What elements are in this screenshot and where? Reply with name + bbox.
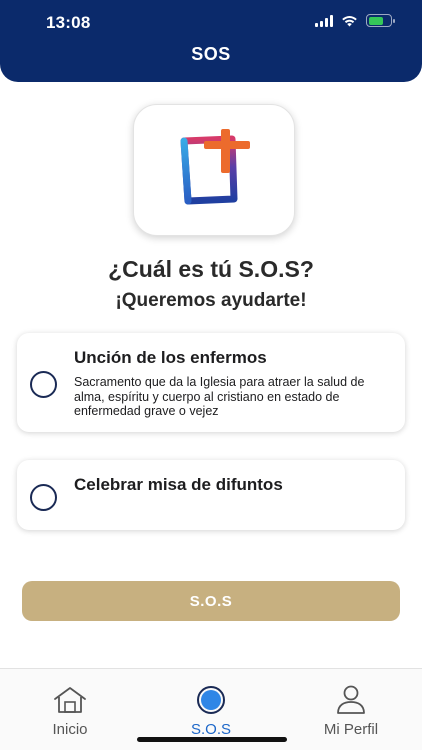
tab-sos[interactable]: S.O.S — [141, 669, 281, 739]
tab-label: Inicio — [52, 721, 88, 738]
option-card-misa-difuntos[interactable]: Celebrar misa de difuntos — [17, 460, 405, 530]
cross-logo-icon — [180, 129, 250, 205]
radio-button[interactable] — [30, 371, 57, 398]
sos-icon — [194, 685, 228, 715]
status-bar: 13:08 — [0, 0, 422, 44]
sos-button[interactable]: S.O.S — [22, 581, 400, 621]
option-description: Sacramento que da la Iglesia para atraer… — [74, 375, 365, 418]
option-card-uncion[interactable]: Unción de los enfermos Sacramento que da… — [17, 333, 405, 432]
profile-icon — [334, 685, 368, 715]
tab-label: S.O.S — [190, 721, 231, 738]
home-icon — [53, 685, 87, 715]
main-subheading: ¡Queremos ayudarte! — [115, 290, 307, 311]
page-title: SOS — [191, 44, 231, 64]
battery-icon — [366, 14, 395, 27]
app-logo — [133, 104, 295, 236]
app-header: 13:08 SOS — [0, 0, 422, 82]
radio-button[interactable] — [30, 484, 57, 511]
signal-icon — [315, 14, 333, 27]
tab-inicio[interactable]: Inicio — [0, 669, 140, 739]
option-title: Unción de los enfermos — [74, 348, 267, 367]
status-icons — [315, 14, 395, 27]
home-indicator — [137, 737, 287, 742]
option-title: Celebrar misa de difuntos — [74, 475, 283, 494]
tab-label: Mi Perfil — [323, 721, 379, 738]
main-heading: ¿Cuál es tú S.O.S? — [108, 256, 314, 282]
tab-mi-perfil[interactable]: Mi Perfil — [281, 669, 421, 739]
status-time: 13:08 — [46, 13, 91, 32]
wifi-icon — [342, 15, 357, 26]
